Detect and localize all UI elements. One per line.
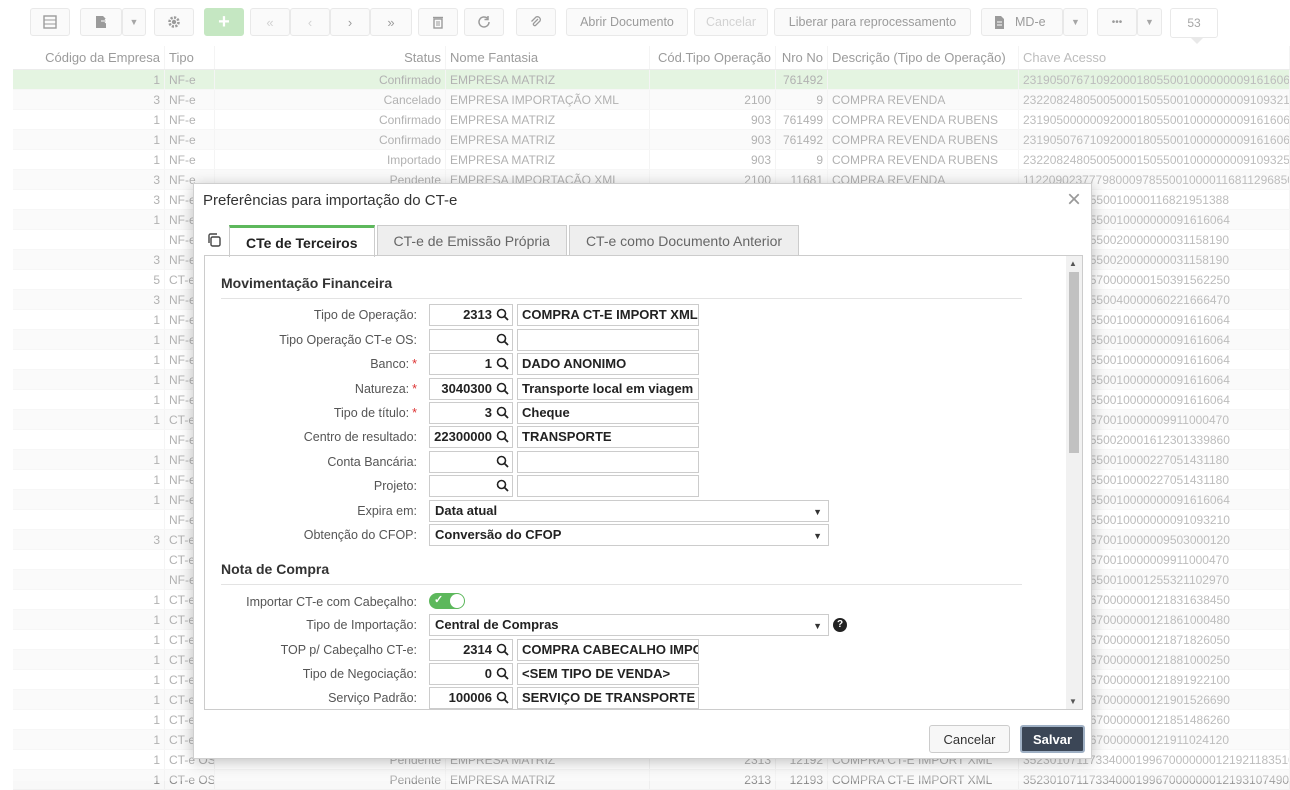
servico-padrao-code-input[interactable]: 100006	[429, 687, 513, 709]
check-icon: ✓	[434, 594, 444, 606]
import-preferences-dialog: Preferências para importação do CT-e × C…	[193, 183, 1092, 759]
required-marker: *	[412, 382, 417, 396]
projeto-desc-field	[517, 475, 699, 497]
tipo-operacao-desc-field: COMPRA CT-E IMPORT XML	[517, 304, 699, 326]
centro-resultado-code-input[interactable]: 22300000	[429, 426, 513, 448]
top-cabecalho-desc-field: COMPRA CABECALHO IMPORT	[517, 639, 699, 661]
search-icon[interactable]	[496, 667, 509, 680]
tab-cte-terceiros[interactable]: CTe de Terceiros	[229, 225, 375, 257]
servico-padrao-desc-field: SERVIÇO DE TRANSPORTE	[517, 687, 699, 709]
importar-cabecalho-toggle[interactable]: ✓	[429, 593, 465, 609]
search-icon[interactable]	[496, 643, 509, 656]
required-marker: *	[412, 357, 417, 371]
toggle-knob	[450, 594, 464, 608]
copy-icon[interactable]	[206, 232, 222, 248]
conta-bancaria-desc-field	[517, 451, 699, 473]
scrollbar-thumb[interactable]	[1069, 272, 1079, 453]
projeto-code-input[interactable]	[429, 475, 513, 497]
scroll-up-icon[interactable]: ▲	[1069, 259, 1077, 268]
search-icon[interactable]	[496, 406, 509, 419]
banco-label: Banco: *	[370, 357, 417, 371]
help-icon[interactable]: ?	[833, 618, 847, 632]
search-icon[interactable]	[496, 382, 509, 395]
tab-cte-emissao-propria[interactable]: CT-e de Emissão Própria	[376, 225, 567, 256]
obtencao-cfop-select[interactable]: Conversão do CFOP ▼	[429, 524, 829, 546]
conta-bancaria-label: Conta Bancária:	[327, 455, 417, 469]
banco-desc-field: DADO ANONIMO	[517, 353, 699, 375]
servico-padrao-label: Serviço Padrão:	[328, 691, 417, 705]
search-icon[interactable]	[496, 430, 509, 443]
tipo-operacao-os-label: Tipo Operação CT-e OS:	[279, 333, 417, 347]
section-movimentacao-financeira: Movimentação Financeira	[221, 275, 393, 291]
tipo-operacao-code-input[interactable]: 2313	[429, 304, 513, 326]
banco-code-input[interactable]: 1	[429, 353, 513, 375]
tipo-negociacao-code-input[interactable]: 0	[429, 663, 513, 685]
section-divider	[221, 298, 1022, 299]
dialog-title: Preferências para importação do CT-e	[203, 192, 458, 209]
tipo-titulo-label: Tipo de título: *	[333, 406, 417, 420]
section-divider	[221, 584, 1022, 585]
top-cabecalho-code-input[interactable]: 2314	[429, 639, 513, 661]
tipo-importacao-label: Tipo de Importação:	[306, 618, 417, 632]
search-icon[interactable]	[496, 333, 509, 346]
chevron-down-icon: ▼	[813, 621, 822, 631]
search-icon[interactable]	[496, 357, 509, 370]
tab-panel: Movimentação Financeira Tipo de Operação…	[204, 255, 1083, 710]
search-icon[interactable]	[496, 479, 509, 492]
obtencao-cfop-label: Obtenção do CFOP:	[303, 528, 417, 542]
tipo-operacao-os-desc-field	[517, 329, 699, 351]
scroll-down-icon[interactable]: ▼	[1069, 697, 1077, 706]
cancel-button[interactable]: Cancelar	[929, 725, 1010, 753]
conta-bancaria-code-input[interactable]	[429, 451, 513, 473]
tipo-negociacao-desc-field: <SEM TIPO DE VENDA>	[517, 663, 699, 685]
search-icon[interactable]	[496, 308, 509, 321]
required-marker: *	[412, 406, 417, 420]
centro-resultado-label: Centro de resultado:	[303, 430, 417, 444]
search-icon[interactable]	[496, 455, 509, 468]
natureza-label: Natureza: *	[354, 382, 417, 396]
tipo-operacao-os-code-input[interactable]	[429, 329, 513, 351]
tipo-importacao-select[interactable]: Central de Compras ▼	[429, 614, 829, 636]
tipo-titulo-code-input[interactable]: 3	[429, 402, 513, 424]
form-area: Movimentação Financeira Tipo de Operação…	[205, 256, 1067, 709]
save-button[interactable]: Salvar	[1020, 725, 1085, 753]
form-scrollbar[interactable]: ▲ ▼	[1066, 256, 1082, 709]
close-icon[interactable]: ×	[1067, 186, 1081, 214]
top-cabecalho-label: TOP p/ Cabeçalho CT-e:	[280, 643, 417, 657]
tipo-titulo-desc-field: Cheque	[517, 402, 699, 424]
natureza-desc-field: Transporte local em viagem	[517, 378, 699, 400]
chevron-down-icon: ▼	[813, 531, 822, 541]
tipo-operacao-label: Tipo de Operação:	[313, 308, 417, 322]
chevron-down-icon: ▼	[813, 507, 822, 517]
expira-em-label: Expira em:	[357, 504, 417, 518]
section-nota-compra: Nota de Compra	[221, 561, 330, 577]
centro-resultado-desc-field: TRANSPORTE	[517, 426, 699, 448]
tipo-negociacao-label: Tipo de Negociação:	[302, 667, 417, 681]
dialog-tabs: CTe de Terceiros CT-e de Emissão Própria…	[229, 225, 801, 257]
tab-cte-documento-anterior[interactable]: CT-e como Documento Anterior	[568, 225, 800, 256]
importar-cabecalho-label: Importar CT-e com Cabeçalho:	[246, 595, 417, 609]
search-icon[interactable]	[496, 691, 509, 704]
projeto-label: Projeto:	[373, 479, 417, 493]
natureza-code-input[interactable]: 3040300	[429, 378, 513, 400]
expira-em-select[interactable]: Data atual ▼	[429, 500, 829, 522]
